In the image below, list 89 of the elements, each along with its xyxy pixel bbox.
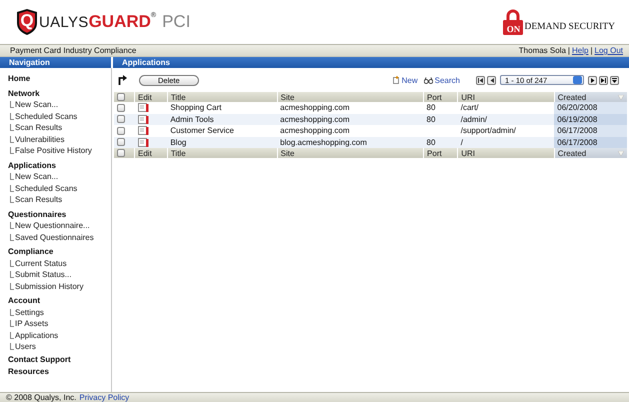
table-cell: 06/17/2008 bbox=[554, 136, 627, 148]
new-document-icon bbox=[392, 76, 400, 84]
first-page-button[interactable] bbox=[476, 76, 485, 84]
nav-item[interactable]: False Positive History bbox=[8, 145, 111, 156]
table-cell: acmeshopping.com bbox=[277, 102, 424, 114]
table-cell: 06/17/2008 bbox=[554, 125, 627, 136]
copyright-text: © 2008 Qualys, Inc. bbox=[6, 394, 76, 402]
table-cell: /cart/ bbox=[458, 102, 554, 114]
nav-item[interactable]: New Scan... bbox=[8, 171, 111, 182]
column-header[interactable]: Edit bbox=[134, 92, 168, 102]
nav-section[interactable]: Resources bbox=[8, 367, 111, 378]
table-cell: Admin Tools bbox=[167, 114, 278, 125]
table-cell: Blog bbox=[167, 136, 278, 148]
table-cell: / bbox=[458, 136, 554, 148]
nav-section[interactable]: Contact Support bbox=[8, 354, 111, 365]
logout-link[interactable]: Log Out bbox=[594, 46, 623, 55]
nav-item[interactable]: Applications bbox=[8, 330, 111, 341]
column-header[interactable]: URI bbox=[458, 148, 554, 158]
nav-section[interactable]: Network bbox=[8, 88, 111, 99]
nav-item[interactable]: Scan Results bbox=[8, 194, 111, 206]
table-cell: /admin/ bbox=[458, 114, 554, 125]
nav-item[interactable]: Submission History bbox=[8, 280, 111, 292]
privacy-link[interactable]: Privacy Policy bbox=[79, 394, 130, 402]
shield-logo: Q bbox=[16, 9, 38, 35]
nav-section[interactable]: Applications bbox=[8, 160, 111, 171]
menu-button[interactable] bbox=[610, 76, 619, 84]
select-all-checkbox[interactable] bbox=[117, 149, 125, 157]
row-checkbox[interactable] bbox=[116, 138, 124, 146]
nav-item[interactable]: New Questionnaire... bbox=[8, 220, 111, 232]
next-page-button[interactable] bbox=[588, 76, 597, 84]
row-checkbox[interactable] bbox=[116, 104, 124, 112]
nav-item[interactable]: IP Assets bbox=[8, 318, 111, 330]
column-header[interactable]: Port bbox=[424, 148, 458, 158]
new-link[interactable]: New bbox=[392, 76, 418, 84]
nav-item[interactable]: Submit Status... bbox=[8, 269, 111, 280]
nav-section[interactable]: Account bbox=[8, 296, 111, 306]
next-page-icon bbox=[590, 78, 594, 82]
partner-name: DEMAND SECURITY bbox=[524, 22, 615, 34]
previous-page-icon bbox=[490, 78, 494, 82]
previous-page-button[interactable] bbox=[487, 76, 496, 84]
product-name: PCI bbox=[162, 12, 190, 32]
table-cell: Customer Service bbox=[167, 125, 278, 136]
nav-item[interactable]: Scan Results bbox=[8, 122, 111, 134]
table-cell: 80 bbox=[424, 136, 458, 148]
nav-item[interactable]: Current Status bbox=[8, 258, 111, 269]
table-cell: acmeshopping.com bbox=[277, 114, 424, 125]
app-subtitle: Payment Card Industry Compliance bbox=[10, 46, 136, 55]
nav-item[interactable]: Scheduled Scans bbox=[8, 110, 111, 122]
nav-item[interactable]: New Scan... bbox=[8, 99, 111, 110]
nav-item[interactable]: Settings bbox=[8, 306, 111, 318]
column-header[interactable]: Site bbox=[277, 92, 424, 102]
column-header[interactable]: Site bbox=[277, 148, 424, 158]
nav-section[interactable]: Home bbox=[8, 74, 111, 84]
table-cell: 80 bbox=[424, 102, 458, 114]
binoculars-icon bbox=[424, 76, 433, 84]
row-checkbox[interactable] bbox=[116, 126, 124, 135]
table-cell: Shopping Cart bbox=[167, 102, 278, 114]
column-header[interactable]: URI bbox=[458, 92, 554, 102]
last-page-icon bbox=[601, 78, 606, 82]
lock-logo: ON bbox=[503, 9, 524, 35]
nav-item[interactable]: Users bbox=[8, 341, 111, 352]
column-header[interactable]: Edit bbox=[134, 148, 168, 158]
separator: | bbox=[568, 46, 570, 55]
table-cell: 06/20/2008 bbox=[554, 102, 627, 114]
panel-title: Applications bbox=[121, 57, 170, 68]
column-header[interactable]: Title bbox=[167, 92, 278, 102]
menu-icon bbox=[612, 78, 617, 82]
first-page-icon bbox=[478, 78, 483, 82]
user-name: Thomas Sola bbox=[518, 46, 566, 55]
last-page-button[interactable] bbox=[599, 76, 608, 84]
column-header[interactable]: Port bbox=[424, 92, 458, 102]
nav-item[interactable]: Vulnerabilities bbox=[8, 134, 111, 145]
select-all-checkbox[interactable] bbox=[117, 93, 125, 101]
row-checkbox[interactable] bbox=[116, 115, 124, 124]
table-cell: 80 bbox=[424, 114, 458, 125]
nav-section[interactable]: Compliance bbox=[8, 247, 111, 258]
table-cell: 06/19/2008 bbox=[554, 114, 627, 125]
nav-item[interactable]: Scheduled Scans bbox=[8, 182, 111, 194]
redirect-arrow-icon bbox=[118, 75, 127, 85]
table-cell: acmeshopping.com bbox=[277, 125, 424, 136]
help-link[interactable]: Help bbox=[572, 46, 588, 55]
column-header[interactable]: Title bbox=[167, 148, 278, 158]
table-cell: blog.acmeshopping.com bbox=[277, 136, 424, 148]
table-cell: /support/admin/ bbox=[458, 125, 554, 136]
search-link[interactable]: Search bbox=[424, 76, 460, 84]
sidebar-title: Navigation bbox=[0, 57, 113, 68]
nav-section[interactable]: Questionnaires bbox=[8, 210, 111, 220]
nav-item[interactable]: Saved Questionnaires bbox=[8, 232, 111, 243]
separator: | bbox=[590, 46, 593, 55]
